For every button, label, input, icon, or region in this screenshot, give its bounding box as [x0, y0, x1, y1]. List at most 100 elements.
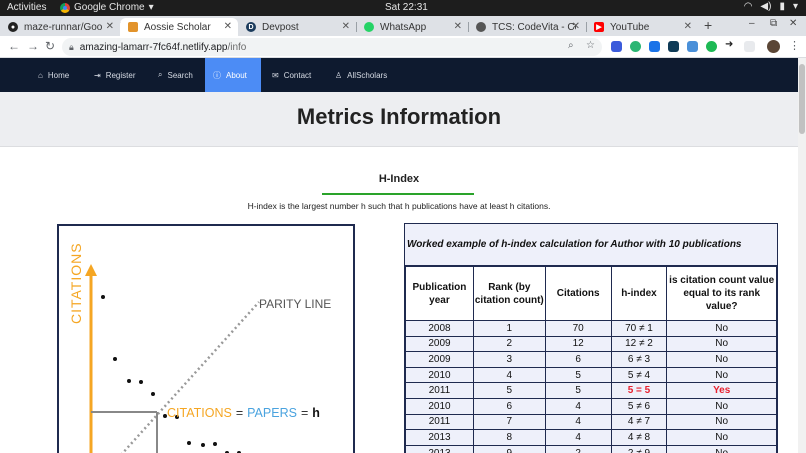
window-close-icon[interactable]: ✕ [789, 18, 797, 29]
h-equation: CITATIONS = PAPERS = h [167, 406, 320, 420]
tab-whatsapp[interactable]: WhatsApp ✕ [356, 18, 469, 36]
tab-youtube[interactable]: ▶ YouTube ✕ [586, 18, 698, 36]
minimize-icon[interactable]: – [749, 18, 755, 29]
nav-about[interactable]: ⓘ About [205, 58, 261, 92]
cell-citations: 4 [544, 413, 612, 431]
cell-year: 2010 [405, 397, 474, 415]
header-publication-year: Publication year [405, 266, 474, 321]
app-menu-label: Google Chrome [74, 2, 145, 13]
h-index-table: Publication year Rank (by citation count… [405, 266, 777, 453]
tab-title: maze-runnar/Goog [24, 21, 102, 33]
lock-icon[interactable]: 🔒︎ [69, 42, 74, 53]
table-row: 2011 7 4 4 ≠ 7 No [405, 413, 777, 431]
close-icon[interactable]: ✕ [106, 21, 114, 32]
close-icon[interactable]: ✕ [342, 21, 350, 32]
h-index-graphic: CITATIONS PARITY LINE CITATIONS = PAPERS… [57, 224, 355, 453]
cell-rank: 3 [472, 351, 546, 368]
table-row: 2013922 ≠ 9No [405, 444, 777, 453]
table-row: 2011 5 5 5 = 5 Yes [405, 382, 777, 399]
table-row: 2008 1 70 70 ≠ 1 No [405, 320, 777, 337]
close-icon[interactable]: ✕ [454, 21, 462, 32]
nav-contact[interactable]: ✉ Contact [264, 58, 319, 92]
cell-citations: 70 [544, 320, 612, 337]
more-menu-icon[interactable]: ⋮ [789, 39, 800, 52]
cell-equal: No [666, 366, 777, 384]
data-point [101, 295, 105, 299]
extension-green-icon[interactable] [706, 41, 717, 52]
caret-down-icon: ▾ [792, 1, 798, 12]
extension-translate-icon[interactable] [649, 41, 660, 52]
aossie-icon [128, 22, 138, 32]
table-row: 2009 3 6 6 ≠ 3 No [405, 351, 777, 368]
parity-line [121, 301, 260, 453]
page-title: Metrics Information [296, 104, 502, 129]
close-icon[interactable]: ✕ [572, 21, 580, 32]
scrollbar-thumb[interactable] [799, 64, 805, 134]
cell-citations: 4 [544, 397, 612, 415]
cell-rank: 7 [472, 413, 546, 431]
extension-grammarly-icon[interactable] [630, 41, 641, 52]
close-icon[interactable]: ✕ [684, 21, 692, 32]
cell-equal: No [666, 444, 777, 453]
extension-arrow-icon[interactable]: ➜ [725, 39, 736, 50]
table-caption: Worked example of h-index calculation fo… [405, 224, 777, 266]
cell-year: 2010 [405, 366, 474, 384]
cell-rank: 5 [472, 382, 546, 399]
tab-strip: ● maze-runnar/Goog ✕ Aossie Scholar ✕ D … [0, 16, 806, 36]
restore-icon[interactable]: ⧉ [770, 18, 777, 29]
close-icon[interactable]: ✕ [224, 21, 232, 32]
nav-search[interactable]: ⌕ Search [150, 58, 201, 92]
extension-list-icon[interactable] [744, 41, 755, 52]
cell-year: 2011 [405, 382, 474, 399]
nav-label: Contact [283, 70, 312, 80]
cell-h-index: 2 ≠ 9 [610, 444, 668, 453]
page-scrollbar[interactable] [798, 58, 806, 453]
reload-icon[interactable]: ↻ [45, 39, 55, 53]
tab-github[interactable]: ● maze-runnar/Goog ✕ [0, 18, 121, 36]
tab-title: Devpost [262, 21, 299, 33]
activities-button[interactable]: Activities [7, 2, 46, 13]
cell-equal: Yes [666, 382, 777, 399]
browser-toolbar: ← → ↻ 🔒︎ amazing-lamarr-7fc64f.netlify.a… [0, 36, 806, 58]
tab-aossie-scholar[interactable]: Aossie Scholar ✕ [120, 18, 238, 36]
eq-equals-2: = [301, 406, 308, 420]
new-tab-button[interactable]: + [704, 17, 712, 33]
home-icon: ⌂ [38, 70, 43, 80]
nav-register[interactable]: ⇥ Register [86, 58, 144, 92]
data-point [213, 442, 217, 446]
nav-allscholars[interactable]: ♙ AllScholars [327, 58, 395, 92]
tab-codevita[interactable]: TCS: CodeVita - Cod ✕ [468, 18, 587, 36]
cell-citations: 4 [544, 429, 612, 446]
extension-dark-icon[interactable] [668, 41, 679, 52]
extension-shield-icon[interactable] [611, 41, 622, 52]
url-host: amazing-lamarr-7fc64f.netlify.app [79, 41, 228, 53]
tab-title: TCS: CodeVita - Cod [492, 21, 576, 33]
extension-hex-icon[interactable] [687, 41, 698, 52]
eq-equals: = [236, 406, 243, 420]
header-h-index: h-index [610, 266, 668, 321]
bookmark-star-icon[interactable]: ☆ [586, 40, 595, 51]
profile-avatar[interactable] [767, 40, 780, 53]
app-menu[interactable]: Google Chrome ▾ [60, 2, 154, 13]
info-icon: ⓘ [213, 70, 221, 80]
cell-rank: 8 [472, 429, 546, 446]
tab-devpost[interactable]: D Devpost ✕ [238, 18, 357, 36]
back-icon[interactable]: ← [8, 39, 20, 53]
nav-home[interactable]: ⌂ Home [30, 58, 77, 92]
table-body: 2008 1 70 70 ≠ 1 No 2009 2 12 12 ≠ 2 No 2009 3 6 6 ≠ … [405, 320, 777, 453]
data-point [187, 441, 191, 445]
clock[interactable]: Sat 22:31 [385, 2, 428, 13]
address-bar[interactable]: 🔒︎ amazing-lamarr-7fc64f.netlify.app/inf… [62, 38, 602, 56]
system-tray[interactable]: ◠ ◀) ▮ ▾ [744, 1, 798, 12]
cell-h-index: 5 ≠ 4 [610, 366, 668, 384]
cell-equal: No [666, 320, 777, 337]
user-icon: ♙ [335, 70, 343, 80]
zoom-search-icon[interactable]: ⌕ [568, 40, 574, 51]
y-axis-label: CITATIONS [68, 242, 84, 324]
cell-h-index: 4 ≠ 8 [610, 429, 668, 446]
metrics-card: H-Index H-index is the largest number h … [0, 146, 798, 453]
cell-h-index: 12 ≠ 2 [610, 335, 668, 353]
forward-icon[interactable]: → [27, 39, 39, 53]
tab-title: YouTube [610, 21, 650, 33]
chrome-icon [60, 2, 70, 13]
